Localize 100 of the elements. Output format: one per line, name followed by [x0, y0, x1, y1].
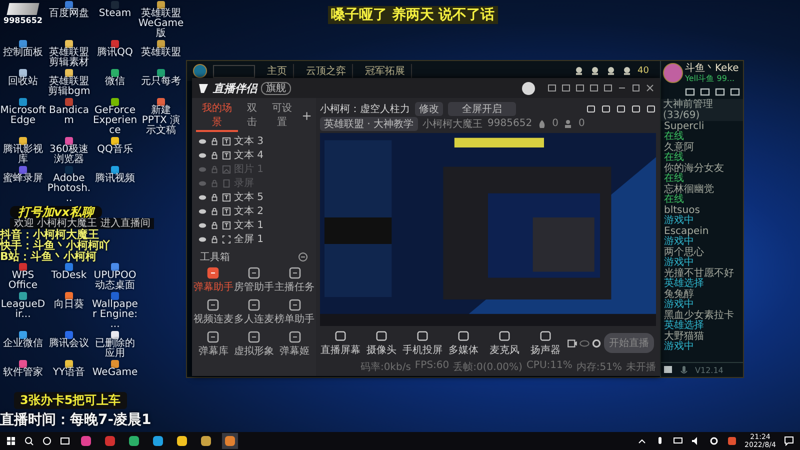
- avatar[interactable]: [663, 63, 683, 83]
- taskbar-app[interactable]: [78, 433, 94, 449]
- tool-button[interactable]: 房管助手: [234, 266, 274, 294]
- desktop-icon[interactable]: 向日葵: [46, 292, 92, 331]
- lock-icon[interactable]: [210, 220, 219, 230]
- friend-item[interactable]: 兔兔醇 游戏中: [661, 289, 743, 310]
- source-button[interactable]: 扬声器: [525, 330, 566, 356]
- source-button[interactable]: 直播屏幕: [320, 330, 361, 356]
- desktop-icon[interactable]: 腾讯影视库: [0, 137, 46, 166]
- friend-item[interactable]: 久意阿 在线: [661, 142, 743, 163]
- desktop-icon[interactable]: Adobe Photosh...: [46, 166, 92, 205]
- desktop-icon[interactable]: YY语音: [46, 360, 92, 379]
- network-icon[interactable]: [672, 436, 683, 446]
- desktop-icon[interactable]: Wallpaper Engine: ...: [92, 292, 138, 331]
- source-button[interactable]: 麦克风: [484, 330, 525, 356]
- layer-item[interactable]: 文本 5: [192, 190, 316, 204]
- windows-start-icon[interactable]: [6, 436, 16, 446]
- source-button[interactable]: 多媒体: [443, 330, 484, 356]
- layer-item[interactable]: 文本 1: [192, 218, 316, 232]
- desktop-icon[interactable]: 英雄联盟: [138, 40, 184, 69]
- tool-button[interactable]: 弹幕助手: [193, 266, 234, 294]
- friend-item[interactable]: 大野猫猫 游戏中: [661, 331, 743, 352]
- close-icon[interactable]: [645, 83, 655, 93]
- friend-item[interactable]: 两个思心 游戏中: [661, 247, 743, 268]
- edition-badge[interactable]: 旗舰: [261, 82, 291, 94]
- layer-item[interactable]: 文本 3: [192, 134, 316, 148]
- search-icon[interactable]: [24, 436, 34, 446]
- tool-button[interactable]: 弹幕姬: [274, 330, 315, 358]
- lock-icon[interactable]: [210, 150, 219, 160]
- desktop-icon[interactable]: 英雄联盟剪辑素材: [46, 40, 92, 69]
- friend-item[interactable]: Supercli 在线: [661, 121, 743, 142]
- circle-icon[interactable]: [42, 436, 52, 446]
- desktop-icon[interactable]: 英雄联盟剪辑bgm: [46, 69, 92, 98]
- tool-button[interactable]: 弹幕库: [193, 330, 234, 358]
- desktop-icon[interactable]: 腾讯会议: [46, 331, 92, 360]
- desktop-icon[interactable]: Bandicam: [46, 98, 92, 137]
- nav-icon[interactable]: [622, 66, 632, 76]
- desktop-icon[interactable]: 微信: [92, 69, 138, 98]
- desktop-icon[interactable]: 控制面板: [0, 40, 46, 69]
- friend-item[interactable]: 光撞不甘愿不好 英雄选择: [661, 268, 743, 289]
- nav-icon[interactable]: [590, 66, 600, 76]
- desktop-icon[interactable]: 蜜蜂录屏: [0, 166, 46, 205]
- desktop-icon[interactable]: 企业微信: [0, 331, 46, 360]
- friend-item[interactable]: 忘林徊幽觉 在线: [661, 184, 743, 205]
- taskbar-app[interactable]: [150, 433, 166, 449]
- announcement-button[interactable]: 全屏开启: [448, 102, 516, 116]
- desktop-icon[interactable]: LeagueDir...: [0, 292, 46, 331]
- desktop-icon[interactable]: 软件管家: [0, 360, 46, 379]
- friend-item[interactable]: bltsuos 游戏中: [661, 205, 743, 226]
- source-button[interactable]: 摄像头: [361, 330, 402, 356]
- notification-icon[interactable]: [784, 436, 794, 446]
- desktop-icon[interactable]: QQ音乐: [92, 137, 138, 166]
- desktop-icon[interactable]: 元只每考: [138, 69, 184, 98]
- settings-icon[interactable]: [591, 338, 602, 348]
- tool-button[interactable]: 视频连麦: [193, 298, 234, 326]
- taskbar-app[interactable]: [198, 433, 214, 449]
- desktop-icon[interactable]: WPS Office: [0, 263, 46, 292]
- source-button[interactable]: 手机投屏: [402, 330, 443, 356]
- lock-icon[interactable]: [210, 192, 219, 202]
- layer-item[interactable]: 全屏 1: [192, 232, 316, 246]
- desktop-icon[interactable]: UPUPOO动态桌面: [92, 263, 138, 292]
- gear-icon[interactable]: [708, 436, 719, 446]
- desktop-icon[interactable]: 腾讯QQ: [92, 40, 138, 69]
- nav-icon[interactable]: [574, 66, 584, 76]
- desktop-icon[interactable]: 百度网盘: [46, 1, 92, 40]
- tool-button[interactable]: 榜单助手: [274, 298, 315, 326]
- desktop-icon[interactable]: 360极速浏览器: [46, 137, 92, 166]
- category-button[interactable]: 英雄联盟 · 大神教学: [320, 116, 418, 130]
- desktop-icon[interactable]: 腾讯视频: [92, 166, 138, 205]
- layer-item[interactable]: 文本 4: [192, 148, 316, 162]
- tool-button[interactable]: 多人连麦: [234, 298, 274, 326]
- friend-group-header[interactable]: 大神前管理 (33/69): [661, 99, 743, 121]
- tool-button[interactable]: 主播任务: [274, 266, 315, 294]
- lock-icon[interactable]: [210, 234, 219, 244]
- friend-item[interactable]: Escapein 游戏中: [661, 226, 743, 247]
- profile-status[interactable]: Yell斗鱼 99...: [685, 74, 739, 83]
- maximize-icon[interactable]: [631, 83, 641, 93]
- taskbar-app[interactable]: [126, 433, 142, 449]
- layer-item[interactable]: 文本 2: [192, 204, 316, 218]
- lock-icon[interactable]: [210, 136, 219, 146]
- friend-item[interactable]: 黑血少女素拉卡 英雄选择: [661, 310, 743, 331]
- desktop-icon[interactable]: WeGame: [92, 360, 138, 379]
- taskbar-app[interactable]: [174, 433, 190, 449]
- desktop-icon[interactable]: 新建 PPTX 演示文稿: [138, 98, 184, 137]
- tool-button[interactable]: 虚拟形象: [234, 330, 274, 358]
- edit-button[interactable]: 修改: [415, 102, 443, 116]
- nav-icon[interactable]: [606, 66, 616, 76]
- desktop-icon[interactable]: GeForce Experience: [92, 98, 138, 137]
- lock-icon[interactable]: [210, 206, 219, 216]
- scene-tab[interactable]: 我的场景: [196, 100, 238, 132]
- nav-field[interactable]: [213, 64, 255, 78]
- scene-tab[interactable]: 双击: [240, 100, 264, 132]
- scene-tab[interactable]: 可设置: [266, 100, 298, 132]
- app-tray-icon[interactable]: [726, 436, 737, 446]
- desktop-icon[interactable]: 英雄联盟WeGame版: [138, 1, 184, 40]
- record-icon[interactable]: [567, 338, 578, 348]
- desktop-icon[interactable]: Steam: [92, 1, 138, 40]
- desktop-icon[interactable]: 已删除的应用: [92, 331, 138, 360]
- task-view-icon[interactable]: [60, 436, 70, 446]
- desktop-icon[interactable]: 回收站: [0, 69, 46, 98]
